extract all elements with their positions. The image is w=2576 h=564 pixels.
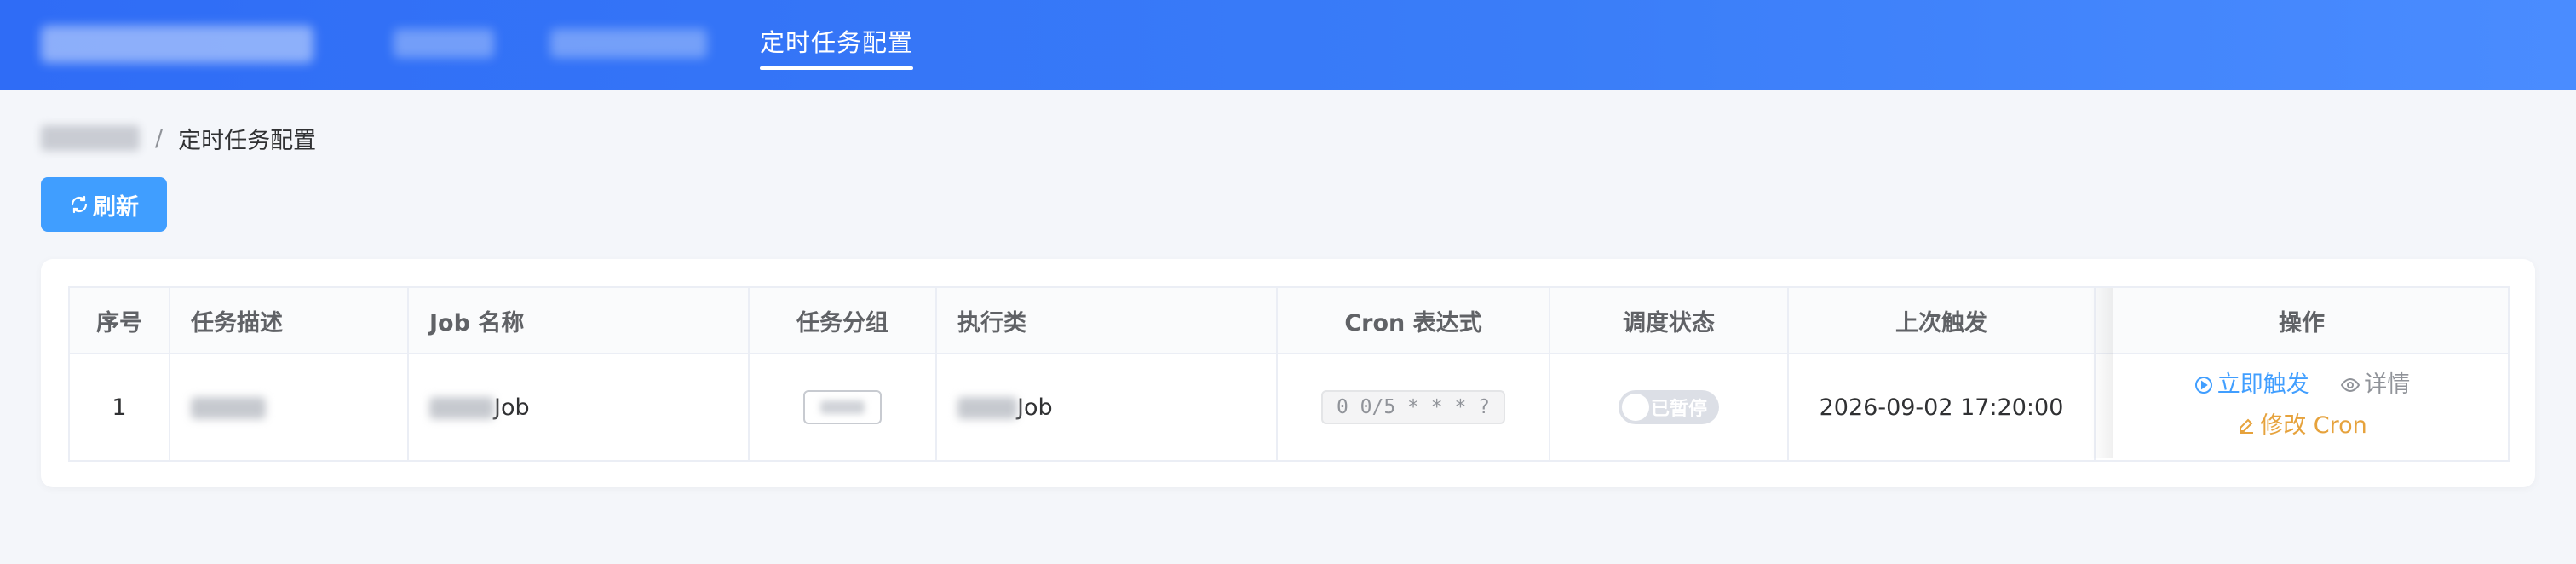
nav-item-blurred-1[interactable]: [394, 29, 494, 58]
detail-label: 详情: [2364, 371, 2411, 398]
desc-blurred: [191, 397, 266, 419]
top-header: 定时任务配置: [0, 0, 2576, 90]
exec-class-suffix: Job: [1017, 394, 1053, 421]
col-header-group: 任务分组: [748, 286, 937, 354]
cell-group: [748, 353, 937, 462]
edit-cron-label: 修改 Cron: [2260, 412, 2367, 439]
exec-class-blurred: [957, 397, 1017, 419]
breadcrumb-current: 定时任务配置: [178, 127, 317, 154]
refresh-icon: [71, 195, 88, 214]
trigger-now-label: 立即触发: [2217, 371, 2309, 398]
cell-last-trigger: 2026-09-02 17:20:00: [1787, 353, 2096, 462]
nav-active-underline: [760, 66, 914, 70]
nav-item-active-label: 定时任务配置: [760, 28, 914, 57]
job-table: 序号 任务描述 Job 名称 任务分组 执行类 Cron 表达式 调度状态 上次…: [68, 286, 2510, 462]
col-header-index: 序号: [68, 286, 170, 354]
cell-exec-class: Job: [935, 353, 1278, 462]
col-header-status: 调度状态: [1549, 286, 1789, 354]
col-header-exec-class: 执行类: [935, 286, 1278, 354]
schedule-status-switch[interactable]: 已暂停: [1619, 390, 1719, 424]
edit-icon: [2240, 418, 2254, 434]
app-brand-blurred: [41, 26, 313, 63]
play-circle-icon: [2194, 377, 2212, 394]
col-header-cron: Cron 表达式: [1276, 286, 1550, 354]
cron-tag: 0 0/5 * * * ?: [1320, 390, 1505, 424]
nav-item-active[interactable]: 定时任务配置: [760, 24, 914, 70]
group-tag-blurred: [803, 390, 882, 424]
fixed-column-shadow: [2090, 288, 2113, 458]
switch-status-text: 已暂停: [1651, 399, 1708, 420]
cell-job-name: Job: [407, 353, 750, 462]
nav-item-blurred-2[interactable]: [550, 29, 707, 58]
breadcrumb-parent-blurred[interactable]: [41, 125, 140, 151]
job-name-suffix: Job: [494, 394, 530, 421]
detail-button[interactable]: 详情: [2340, 366, 2410, 404]
col-header-job-name: Job 名称: [407, 286, 750, 354]
cell-index: 1: [68, 353, 170, 462]
table-header-row: 序号 任务描述 Job 名称 任务分组 执行类 Cron 表达式 调度状态 上次…: [68, 286, 2510, 354]
col-header-desc: 任务描述: [169, 286, 409, 354]
edit-cron-button[interactable]: 修改 Cron: [2236, 407, 2367, 445]
switch-knob: [1622, 394, 1649, 421]
cell-cron: 0 0/5 * * * ?: [1276, 353, 1550, 462]
job-name-blurred: [429, 397, 494, 419]
cell-actions: 立即触发 详情 修改 Cron: [2094, 353, 2510, 462]
eye-icon: [2341, 377, 2360, 393]
col-header-last-trigger: 上次触发: [1787, 286, 2096, 354]
col-header-actions: 操作: [2094, 286, 2510, 354]
breadcrumb-separator: /: [155, 124, 164, 152]
breadcrumb: / 定时任务配置: [41, 121, 316, 155]
cell-desc: [169, 353, 409, 462]
trigger-now-button[interactable]: 立即触发: [2194, 366, 2309, 404]
cell-status: 已暂停: [1549, 353, 1789, 462]
refresh-button[interactable]: 刷新: [41, 177, 167, 232]
table-row: 1 Job Job 0 0/5 * * * ? 已暂停 2026-09-02 1…: [68, 353, 2510, 462]
refresh-button-label: 刷新: [93, 193, 139, 221]
